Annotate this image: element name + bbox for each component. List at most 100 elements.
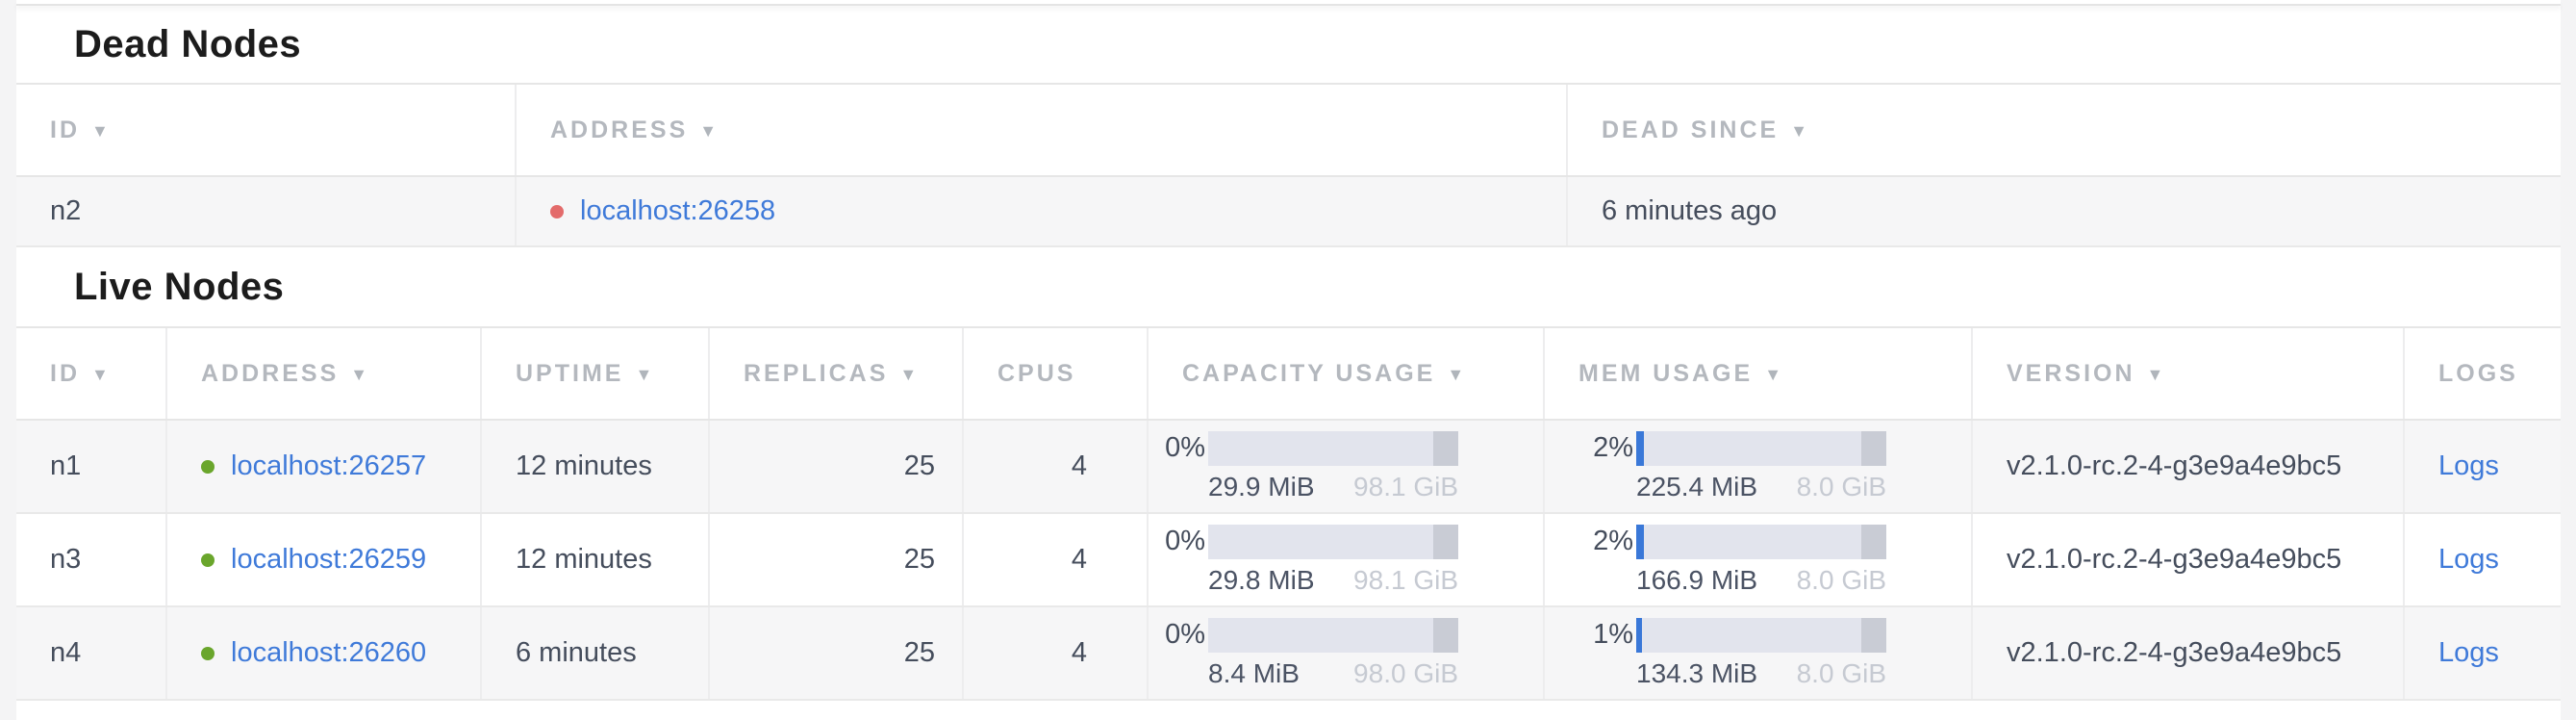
nodes-overview-page: Dead Nodes ID ▼ ADDRESS ▼ DEAD SINCE ▼ n…: [0, 0, 2576, 720]
live-column-header-address[interactable]: ADDRESS ▼: [167, 328, 482, 419]
version-cell: v2.1.0-rc.2-4-g3e9a4e9bc5: [1973, 421, 2405, 512]
node-address-cell: localhost:26259: [167, 514, 482, 605]
cpus-cell: 4: [964, 514, 1149, 605]
logs-cell: Logs: [2405, 421, 2561, 512]
replicas-cell: 25: [710, 514, 964, 605]
node-address-cell: localhost:26258: [517, 177, 1568, 245]
node-address-link[interactable]: localhost:26259: [231, 544, 426, 576]
mem-used-value: 134.3 MiB: [1636, 658, 1757, 689]
mem-usage-bar: [1636, 618, 1886, 653]
node-address-link[interactable]: localhost:26260: [231, 637, 426, 669]
mem-pct-label: 1%: [1593, 619, 1633, 651]
bar-used-segment: [1636, 618, 1642, 653]
dead-nodes-title: Dead Nodes: [16, 6, 2561, 83]
capacity-pct-label: 0%: [1165, 619, 1205, 651]
live-column-header-id[interactable]: ID ▼: [16, 328, 167, 419]
capacity-used-value: 29.8 MiB: [1208, 565, 1315, 596]
mem-total-value: 8.0 GiB: [1797, 565, 1886, 596]
version-cell: v2.1.0-rc.2-4-g3e9a4e9bc5: [1973, 607, 2405, 699]
mem-usage-bar: [1636, 431, 1886, 466]
capacity-total-value: 98.0 GiB: [1353, 658, 1458, 689]
sort-desc-icon: ▼: [1764, 365, 1784, 385]
live-nodes-title: Live Nodes: [16, 247, 2561, 326]
table-row: n1 localhost:26257 12 minutes 25 4 0% 29…: [16, 421, 2561, 514]
mem-usage-cell: 2% 166.9 MiB 8.0 GiB: [1545, 514, 1973, 605]
bar-reserved-segment: [1433, 431, 1458, 466]
node-address-cell: localhost:26260: [167, 607, 482, 699]
capacity-usage-cell: 0% 29.8 MiB 98.1 GiB: [1149, 514, 1545, 605]
capacity-used-value: 8.4 MiB: [1208, 658, 1300, 689]
dead-status-icon: [550, 205, 564, 219]
node-address-link[interactable]: localhost:26258: [580, 195, 775, 227]
live-status-icon: [201, 553, 215, 567]
sort-desc-icon: ▼: [699, 121, 720, 141]
bar-used-segment: [1636, 525, 1644, 559]
node-id-cell: n3: [16, 514, 167, 605]
mem-total-value: 8.0 GiB: [1797, 658, 1886, 689]
logs-link[interactable]: Logs: [2438, 637, 2499, 669]
bar-reserved-segment: [1861, 618, 1886, 653]
live-column-header-uptime[interactable]: UPTIME ▼: [482, 328, 710, 419]
version-cell: v2.1.0-rc.2-4-g3e9a4e9bc5: [1973, 514, 2405, 605]
node-address-cell: localhost:26257: [167, 421, 482, 512]
live-column-header-replicas[interactable]: REPLICAS ▼: [710, 328, 964, 419]
sort-desc-icon: ▼: [1790, 121, 1810, 141]
replicas-cell: 25: [710, 421, 964, 512]
live-column-header-logs: LOGS: [2405, 328, 2561, 419]
dead-nodes-header-row: ID ▼ ADDRESS ▼ DEAD SINCE ▼: [16, 83, 2561, 177]
live-column-header-capacity-usage[interactable]: CAPACITY USAGE ▼: [1149, 328, 1545, 419]
live-column-header-cpus: CPUS: [964, 328, 1149, 419]
bar-reserved-segment: [1861, 525, 1886, 559]
sort-desc-icon: ▼: [91, 121, 112, 141]
mem-used-value: 166.9 MiB: [1636, 565, 1757, 596]
bottom-spacer: [16, 701, 2561, 715]
dead-column-header-address[interactable]: ADDRESS ▼: [517, 85, 1568, 175]
node-id-cell: n2: [16, 177, 517, 245]
live-nodes-section: Live Nodes ID ▼ ADDRESS ▼ UPTIME ▼ REPLI…: [16, 247, 2561, 701]
logs-cell: Logs: [2405, 514, 2561, 605]
bar-reserved-segment: [1433, 525, 1458, 559]
content-panel: Dead Nodes ID ▼ ADDRESS ▼ DEAD SINCE ▼ n…: [16, 0, 2561, 720]
bar-reserved-segment: [1433, 618, 1458, 653]
logs-link[interactable]: Logs: [2438, 544, 2499, 576]
sort-desc-icon: ▼: [1447, 365, 1467, 385]
node-id-cell: n4: [16, 607, 167, 699]
live-status-icon: [201, 647, 215, 660]
logs-cell: Logs: [2405, 607, 2561, 699]
dead-column-header-id[interactable]: ID ▼: [16, 85, 517, 175]
sort-desc-icon: ▼: [899, 365, 920, 385]
uptime-cell: 12 minutes: [482, 421, 710, 512]
capacity-total-value: 98.1 GiB: [1353, 565, 1458, 596]
node-id-cell: n1: [16, 421, 167, 512]
table-row-dead-n2: n2 localhost:26258 6 minutes ago: [16, 177, 2561, 247]
uptime-cell: 6 minutes: [482, 607, 710, 699]
capacity-total-value: 98.1 GiB: [1353, 472, 1458, 502]
capacity-usage-bar: [1208, 618, 1458, 653]
sort-desc-icon: ▼: [350, 365, 370, 385]
mem-pct-label: 2%: [1593, 526, 1633, 557]
dead-nodes-section: Dead Nodes ID ▼ ADDRESS ▼ DEAD SINCE ▼ n…: [16, 6, 2561, 247]
capacity-pct-label: 0%: [1165, 526, 1205, 557]
cpus-cell: 4: [964, 421, 1149, 512]
live-column-header-version[interactable]: VERSION ▼: [1973, 328, 2405, 419]
bar-reserved-segment: [1861, 431, 1886, 466]
cpus-cell: 4: [964, 607, 1149, 699]
dead-since-cell: 6 minutes ago: [1568, 177, 2561, 245]
table-row: n3 localhost:26259 12 minutes 25 4 0% 29…: [16, 514, 2561, 607]
node-address-link[interactable]: localhost:26257: [231, 450, 426, 482]
capacity-usage-bar: [1208, 431, 1458, 466]
mem-pct-label: 2%: [1593, 432, 1633, 464]
logs-link[interactable]: Logs: [2438, 450, 2499, 482]
dead-column-header-dead-since[interactable]: DEAD SINCE ▼: [1568, 85, 2561, 175]
live-nodes-rows: n1 localhost:26257 12 minutes 25 4 0% 29…: [16, 421, 2561, 701]
mem-used-value: 225.4 MiB: [1636, 472, 1757, 502]
capacity-usage-bar: [1208, 525, 1458, 559]
sort-desc-icon: ▼: [635, 365, 655, 385]
mem-total-value: 8.0 GiB: [1797, 472, 1886, 502]
live-status-icon: [201, 460, 215, 474]
capacity-used-value: 29.9 MiB: [1208, 472, 1315, 502]
replicas-cell: 25: [710, 607, 964, 699]
sort-desc-icon: ▼: [2147, 365, 2167, 385]
live-column-header-mem-usage[interactable]: MEM USAGE ▼: [1545, 328, 1973, 419]
bar-used-segment: [1636, 431, 1644, 466]
